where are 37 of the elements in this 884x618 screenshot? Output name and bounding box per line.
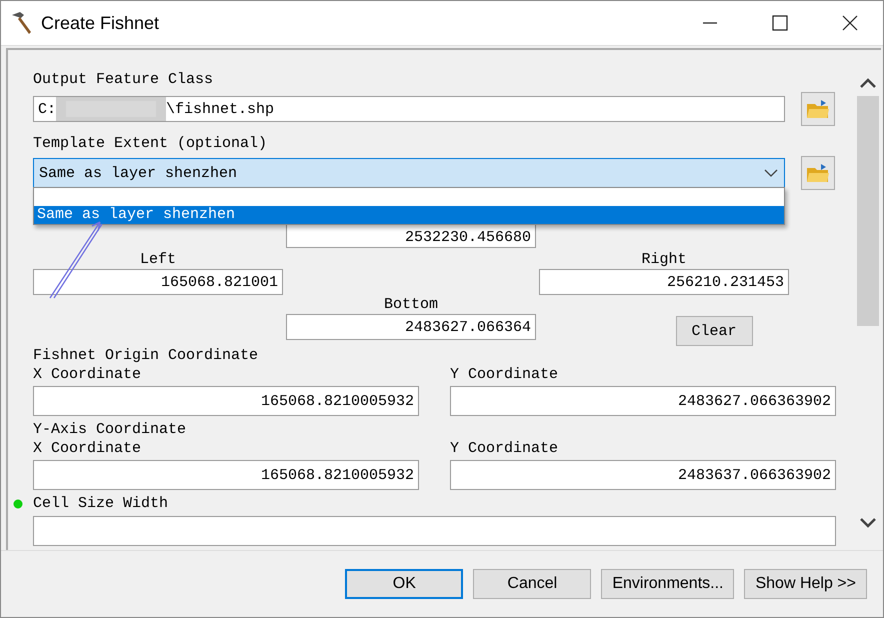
field-label: Y Coordinate: [450, 439, 560, 458]
field-label: Template Extent (optional): [33, 134, 268, 153]
output-path-field[interactable]: C: \fishnet.shp: [33, 96, 785, 122]
y-coordinate-field[interactable]: 2483627.066363902: [450, 386, 836, 416]
close-icon[interactable]: [841, 14, 859, 32]
field-label: Output Feature Class: [33, 70, 214, 89]
chevron-down-icon: [764, 168, 778, 178]
section-label: Y-Axis Coordinate: [33, 420, 188, 439]
left-field[interactable]: 165068.821001: [33, 269, 283, 295]
folder-icon: [806, 98, 830, 120]
dialog-button[interactable]: OK: [345, 569, 464, 599]
scroll-down-icon[interactable]: [858, 516, 878, 530]
dialog-button[interactable]: Cancel: [473, 569, 592, 599]
field-label: Bottom: [382, 295, 439, 314]
field-label: X Coordinate: [33, 365, 142, 384]
field-label: Right: [640, 250, 688, 269]
right-field[interactable]: 256210.231453: [539, 269, 789, 295]
window-title: Create Fishnet: [41, 12, 160, 34]
template-extent-dropdown[interactable]: Same as layer shenzhen: [33, 158, 785, 188]
clear-button[interactable]: Clear: [676, 316, 752, 346]
bottom-field[interactable]: 2483627.066364: [286, 314, 536, 340]
y-coordinate-field[interactable]: 2483637.066363902: [450, 460, 836, 490]
maximize-icon[interactable]: [771, 14, 789, 32]
scrollbar-thumb[interactable]: [857, 96, 879, 326]
dialog-button[interactable]: Show Help >>: [744, 569, 867, 599]
field-label: X Coordinate: [33, 439, 142, 458]
dialog-button[interactable]: Environments...: [601, 569, 734, 599]
field-label: Cell Size Width: [33, 494, 168, 513]
scroll-up-icon[interactable]: [858, 76, 878, 90]
folder-icon: [806, 162, 830, 184]
cell-size-width-field[interactable]: [33, 516, 836, 546]
x-coordinate-field[interactable]: 165068.8210005932: [33, 386, 419, 416]
dropdown-option[interactable]: Same as layer shenzhen: [34, 206, 784, 224]
x-coordinate-field[interactable]: 165068.8210005932: [33, 460, 419, 490]
field-label: Left: [138, 250, 177, 269]
section-label: Fishnet Origin Coordinate: [33, 346, 260, 365]
field-label: Y Coordinate: [450, 365, 560, 384]
